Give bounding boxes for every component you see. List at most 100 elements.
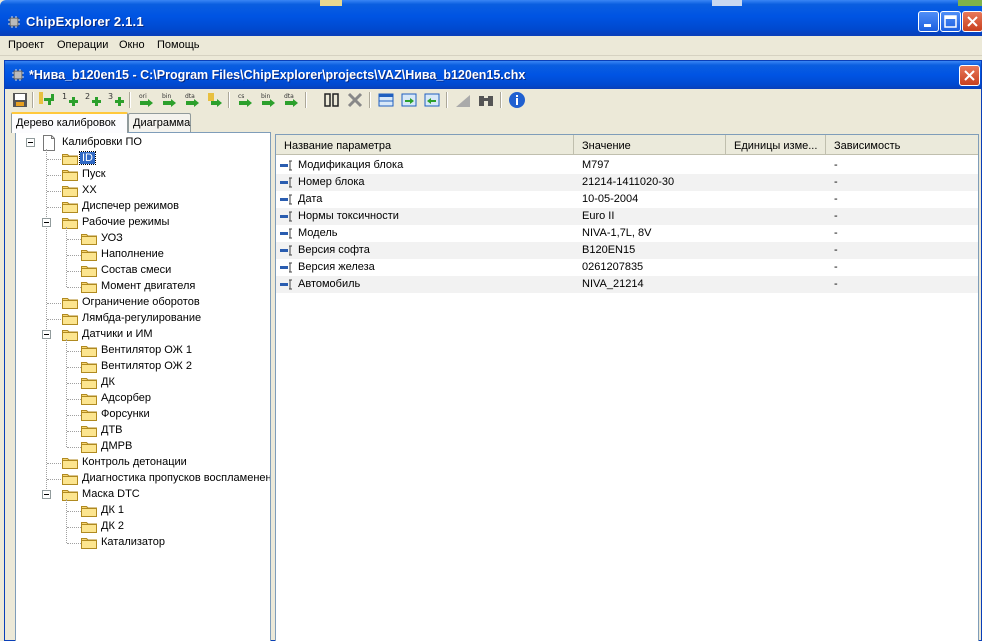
tree-item[interactable]: ДМРВ [16, 439, 270, 455]
menu-bar: Проект Операции Окно Помощь [0, 36, 982, 56]
menu-project[interactable]: Проект [8, 39, 44, 51]
tree-connector [67, 399, 81, 400]
table-row[interactable]: Номер блока 21214-1411020-30 - [276, 174, 978, 191]
tree-connector [67, 287, 81, 288]
tab-calibration-tree[interactable]: Дерево калибровок [11, 112, 128, 133]
table-button[interactable] [377, 91, 395, 109]
add-2-button[interactable]: 2 [84, 91, 102, 109]
tree-item[interactable]: ДК 2 [16, 519, 270, 535]
tree-item[interactable]: Диспечер режимов [16, 199, 270, 215]
compare-button[interactable] [323, 91, 341, 109]
save-button[interactable] [11, 91, 29, 109]
tree-item[interactable]: Датчики и ИМ [16, 327, 270, 343]
tree-item[interactable]: Состав смеси [16, 263, 270, 279]
tree-connector [47, 319, 61, 320]
tree-item-label: ДК 1 [101, 504, 125, 516]
close-button[interactable] [962, 11, 982, 32]
folder-icon [62, 328, 78, 341]
collapse-expander[interactable] [26, 138, 35, 147]
close-icon [964, 70, 975, 81]
column-header-units[interactable]: Единицы изме... [726, 135, 826, 155]
table-row[interactable]: Автомобиль NIVA_21214 - [276, 276, 978, 293]
add-1-icon: 1 [62, 92, 78, 106]
table-row[interactable]: Модификация блока M797 - [276, 157, 978, 174]
tree-connector [67, 543, 81, 544]
table-export-button[interactable] [400, 91, 418, 109]
binoculars-button[interactable] [477, 91, 495, 109]
table-row[interactable]: Модель NIVA-1,7L, 8V - [276, 225, 978, 242]
document-window: *Нива_b120en15 - C:\Program Files\ChipEx… [4, 60, 982, 641]
tree-item[interactable]: Диагностика пропусков воспламенен [16, 471, 270, 487]
tree-item[interactable]: Ограничение оборотов [16, 295, 270, 311]
cell-dependency: - [834, 261, 838, 273]
tree-item-label: Вентилятор ОЖ 1 [101, 344, 192, 356]
minimize-button[interactable] [918, 11, 939, 32]
tree-item[interactable]: Катализатор [16, 535, 270, 551]
document-titlebar[interactable]: *Нива_b120en15 - C:\Program Files\ChipEx… [5, 61, 981, 89]
ori-button[interactable]: ori [137, 91, 155, 109]
folder-icon [81, 520, 97, 533]
tree-item[interactable]: Контроль детонации [16, 455, 270, 471]
tree-connector [66, 499, 67, 543]
table-row[interactable]: Нормы токсичности Euro II - [276, 208, 978, 225]
cs-button[interactable]: cs [236, 91, 254, 109]
delete-button[interactable] [346, 91, 364, 109]
info-button[interactable] [508, 91, 526, 109]
tree-item[interactable]: Пуск [16, 167, 270, 183]
menu-help[interactable]: Помощь [157, 39, 200, 51]
tree-item[interactable]: Наполнение [16, 247, 270, 263]
tree-item-root[interactable]: Калибровки ПО [16, 135, 270, 151]
tree-item[interactable]: ID [16, 151, 270, 167]
cell-name: Модификация блока [298, 159, 404, 171]
tree-connector [67, 511, 81, 512]
folder-icon [81, 392, 97, 405]
bin-button[interactable]: bin [160, 91, 178, 109]
tree-item[interactable]: Момент двигателя [16, 279, 270, 295]
tree-item[interactable]: Вентилятор ОЖ 2 [16, 359, 270, 375]
graph-button[interactable] [454, 91, 472, 109]
folder-icon [62, 312, 78, 325]
tree-item[interactable]: ДК [16, 375, 270, 391]
menu-operations[interactable]: Операции [57, 39, 108, 51]
collapse-expander[interactable] [42, 218, 51, 227]
tree-item-label: Адсорбер [101, 392, 152, 404]
dta-2-icon: dta [284, 93, 298, 107]
document-close-button[interactable] [959, 65, 980, 86]
add-button[interactable] [38, 91, 56, 109]
tree-item[interactable]: УОЗ [16, 231, 270, 247]
tree-item[interactable]: Маска DTC [16, 487, 270, 503]
column-header-value[interactable]: Значение [574, 135, 726, 155]
folder-icon [62, 216, 78, 229]
parameter-icon [280, 262, 296, 273]
app-titlebar[interactable]: ChipExplorer 2.1.1 [0, 0, 982, 36]
dta-button[interactable]: dta [183, 91, 201, 109]
table-import-button[interactable] [423, 91, 441, 109]
column-header-dependency[interactable]: Зависимость [826, 135, 978, 155]
tree-item[interactable]: XX [16, 183, 270, 199]
calibration-tree[interactable]: Калибровки ПО ID Пуск XX Диспечер режимов Раб… [15, 132, 271, 641]
table-row[interactable]: Версия софта B120EN15 - [276, 242, 978, 259]
tree-item[interactable]: Лямбда-регулирование [16, 311, 270, 327]
collapse-expander[interactable] [42, 490, 51, 499]
dta-2-button[interactable]: dta [282, 91, 300, 109]
column-header-name[interactable]: Название параметра [276, 135, 574, 155]
tree-item[interactable]: ДТВ [16, 423, 270, 439]
tree-item[interactable]: Вентилятор ОЖ 1 [16, 343, 270, 359]
tree-item[interactable]: Форсунки [16, 407, 270, 423]
collapse-expander[interactable] [42, 330, 51, 339]
add-2-icon: 2 [85, 92, 101, 106]
menu-window[interactable]: Окно [119, 39, 145, 51]
table-row[interactable]: Версия железа 0261207835 - [276, 259, 978, 276]
bin-2-button[interactable]: bin [259, 91, 277, 109]
tree-item[interactable]: ДК 1 [16, 503, 270, 519]
add-3-button[interactable]: 3 [107, 91, 125, 109]
maximize-button[interactable] [940, 11, 961, 32]
export-button[interactable] [206, 91, 224, 109]
add-1-button[interactable]: 1 [61, 91, 79, 109]
cell-value: Euro II [582, 210, 615, 222]
tab-diagram[interactable]: Диаграмма [128, 113, 191, 132]
folder-icon [81, 376, 97, 389]
tree-item[interactable]: Рабочие режимы [16, 215, 270, 231]
table-row[interactable]: Дата 10-05-2004 - [276, 191, 978, 208]
tree-item[interactable]: Адсорбер [16, 391, 270, 407]
